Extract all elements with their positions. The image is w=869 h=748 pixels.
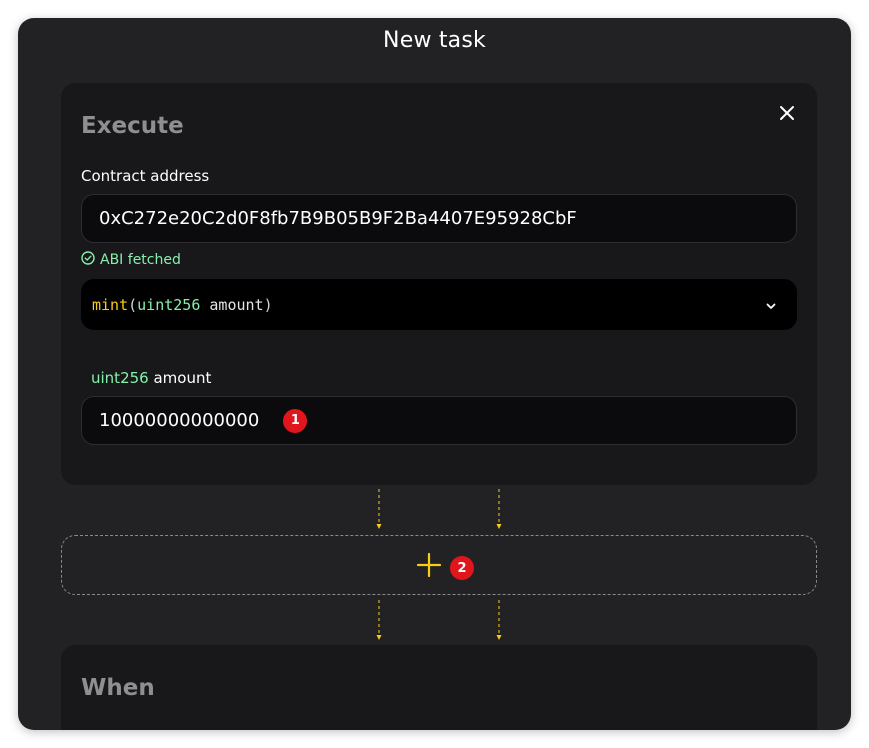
connector-arrow-left-bottom [374, 600, 384, 642]
contract-address-label: Contract address [81, 167, 210, 185]
amount-input[interactable]: 10000000000000 1 [81, 396, 797, 445]
when-heading: When [81, 675, 155, 701]
plus-icon [416, 552, 442, 578]
function-name: mint [92, 295, 129, 314]
amount-param-label: uint256 amount [91, 369, 211, 387]
annotation-badge-2: 2 [450, 556, 474, 580]
abi-status-text: ABI fetched [100, 252, 181, 268]
execute-heading: Execute [81, 113, 184, 139]
close-icon[interactable] [777, 103, 797, 123]
abi-status: ABI fetched [81, 251, 181, 269]
annotation-badge-1: 1 [283, 408, 308, 433]
when-card: When [61, 645, 817, 730]
amount-value: 10000000000000 [99, 410, 260, 431]
connector-arrow-left-top [374, 489, 384, 531]
contract-address-input[interactable]: 0xC272e20C2d0F8fb7B9B05B9F2Ba4407E95928C… [81, 194, 797, 243]
chevron-down-icon [765, 298, 777, 310]
function-open-paren: ( [128, 295, 138, 314]
execute-card: Execute Contract address 0xC272e20C2d0F8… [61, 83, 817, 485]
connector-arrow-right-top [494, 489, 504, 531]
function-param-type: uint256 [137, 295, 201, 314]
amount-param-type: uint256 [91, 369, 149, 387]
dialog-title: New task [383, 28, 486, 53]
contract-address-value: 0xC272e20C2d0F8fb7B9B05B9F2Ba4407E95928C… [99, 208, 577, 229]
function-select[interactable]: mint(uint256 amount) [81, 279, 797, 330]
function-param-name: amount [200, 295, 264, 314]
new-task-dialog: New task Execute Contract address 0xC272… [18, 18, 851, 730]
connector-arrow-right-bottom [494, 600, 504, 642]
add-step-button[interactable]: 2 [61, 535, 817, 595]
function-close-paren: ) [263, 295, 273, 314]
check-circle-icon [81, 251, 95, 269]
amount-param-name: amount [148, 369, 212, 387]
